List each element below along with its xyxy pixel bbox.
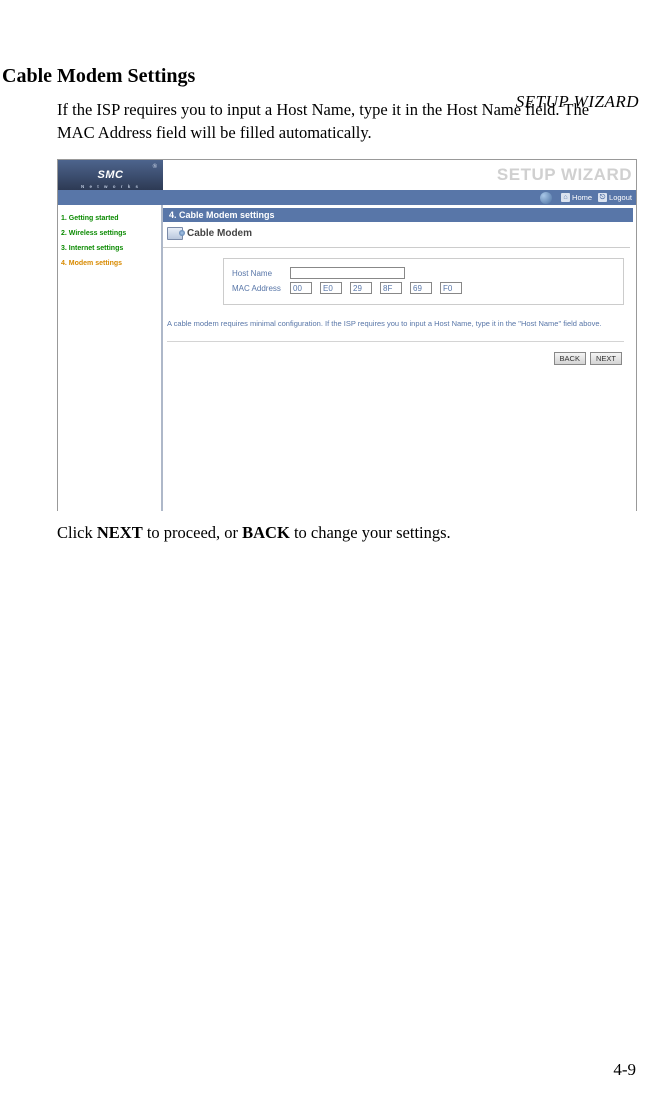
mac-address-row: MAC Address	[232, 282, 615, 294]
section-heading: Cable Modem Settings	[2, 65, 654, 88]
cable-modem-icon	[167, 227, 183, 240]
logo-text: SMC	[98, 169, 124, 181]
mac-octet-5[interactable]	[410, 282, 432, 294]
home-label: Home	[572, 193, 592, 202]
utility-bar: ⌂ Home ⎋ Logout	[58, 190, 636, 205]
next-button[interactable]: NEXT	[590, 352, 622, 365]
host-name-input[interactable]	[290, 267, 405, 279]
button-row: BACK NEXT	[163, 352, 622, 365]
sidebar-item-wireless[interactable]: 2. Wireless settings	[58, 226, 161, 241]
mac-input-group	[290, 282, 462, 294]
logout-label: Logout	[609, 193, 632, 202]
page-header: SETUP WIZARD	[516, 92, 639, 112]
sidebar-item-internet[interactable]: 3. Internet settings	[58, 241, 161, 256]
outro-pre: Click	[57, 523, 97, 542]
mac-octet-3[interactable]	[350, 282, 372, 294]
panel-title: Cable Modem	[187, 228, 252, 239]
sidebar-item-getting-started[interactable]: 1. Getting started	[58, 211, 161, 226]
outro-next: NEXT	[97, 523, 143, 542]
wizard-sidebar: 1. Getting started 2. Wireless settings …	[58, 205, 163, 511]
back-button[interactable]: BACK	[554, 352, 586, 365]
topbar-right: SETUP WIZARD	[163, 160, 636, 190]
outro-post: to change your settings.	[290, 523, 451, 542]
mac-octet-1[interactable]	[290, 282, 312, 294]
page-number: 4-9	[613, 1060, 636, 1080]
host-name-label: Host Name	[232, 269, 290, 278]
outro-back: BACK	[242, 523, 290, 542]
router-screenshot: SMC ® N e t w o r k s SETUP WIZARD ⌂ Hom…	[57, 159, 637, 511]
screenshot-content: 4. Cable Modem settings Cable Modem Host…	[163, 205, 636, 511]
screenshot-topbar: SMC ® N e t w o r k s SETUP WIZARD	[58, 160, 636, 190]
header-title: SETUP WIZARD	[516, 92, 639, 111]
logo-reg: ®	[153, 164, 157, 170]
step-header: 4. Cable Modem settings	[163, 208, 633, 222]
logout-icon: ⎋	[598, 193, 607, 202]
outro-text: Click NEXT to proceed, or BACK to change…	[57, 521, 622, 544]
home-link[interactable]: ⌂ Home	[561, 193, 592, 202]
mac-octet-6[interactable]	[440, 282, 462, 294]
panel-title-row: Cable Modem	[163, 222, 630, 248]
mac-octet-4[interactable]	[380, 282, 402, 294]
home-icon: ⌂	[561, 193, 570, 202]
brand-logo: SMC ® N e t w o r k s	[58, 160, 163, 190]
host-name-row: Host Name	[232, 267, 615, 279]
outro-mid: to proceed, or	[143, 523, 242, 542]
help-text: A cable modem requires minimal configura…	[167, 319, 624, 342]
mac-octet-2[interactable]	[320, 282, 342, 294]
globe-icon	[540, 192, 552, 204]
sidebar-item-modem[interactable]: 4. Modem settings	[58, 256, 161, 271]
logout-link[interactable]: ⎋ Logout	[598, 193, 632, 202]
modem-form: Host Name MAC Address	[223, 258, 624, 305]
wizard-banner-text: SETUP WIZARD	[497, 165, 632, 185]
screenshot-main: 1. Getting started 2. Wireless settings …	[58, 205, 636, 511]
mac-address-label: MAC Address	[232, 284, 290, 293]
logo-subtext: N e t w o r k s	[81, 184, 140, 189]
